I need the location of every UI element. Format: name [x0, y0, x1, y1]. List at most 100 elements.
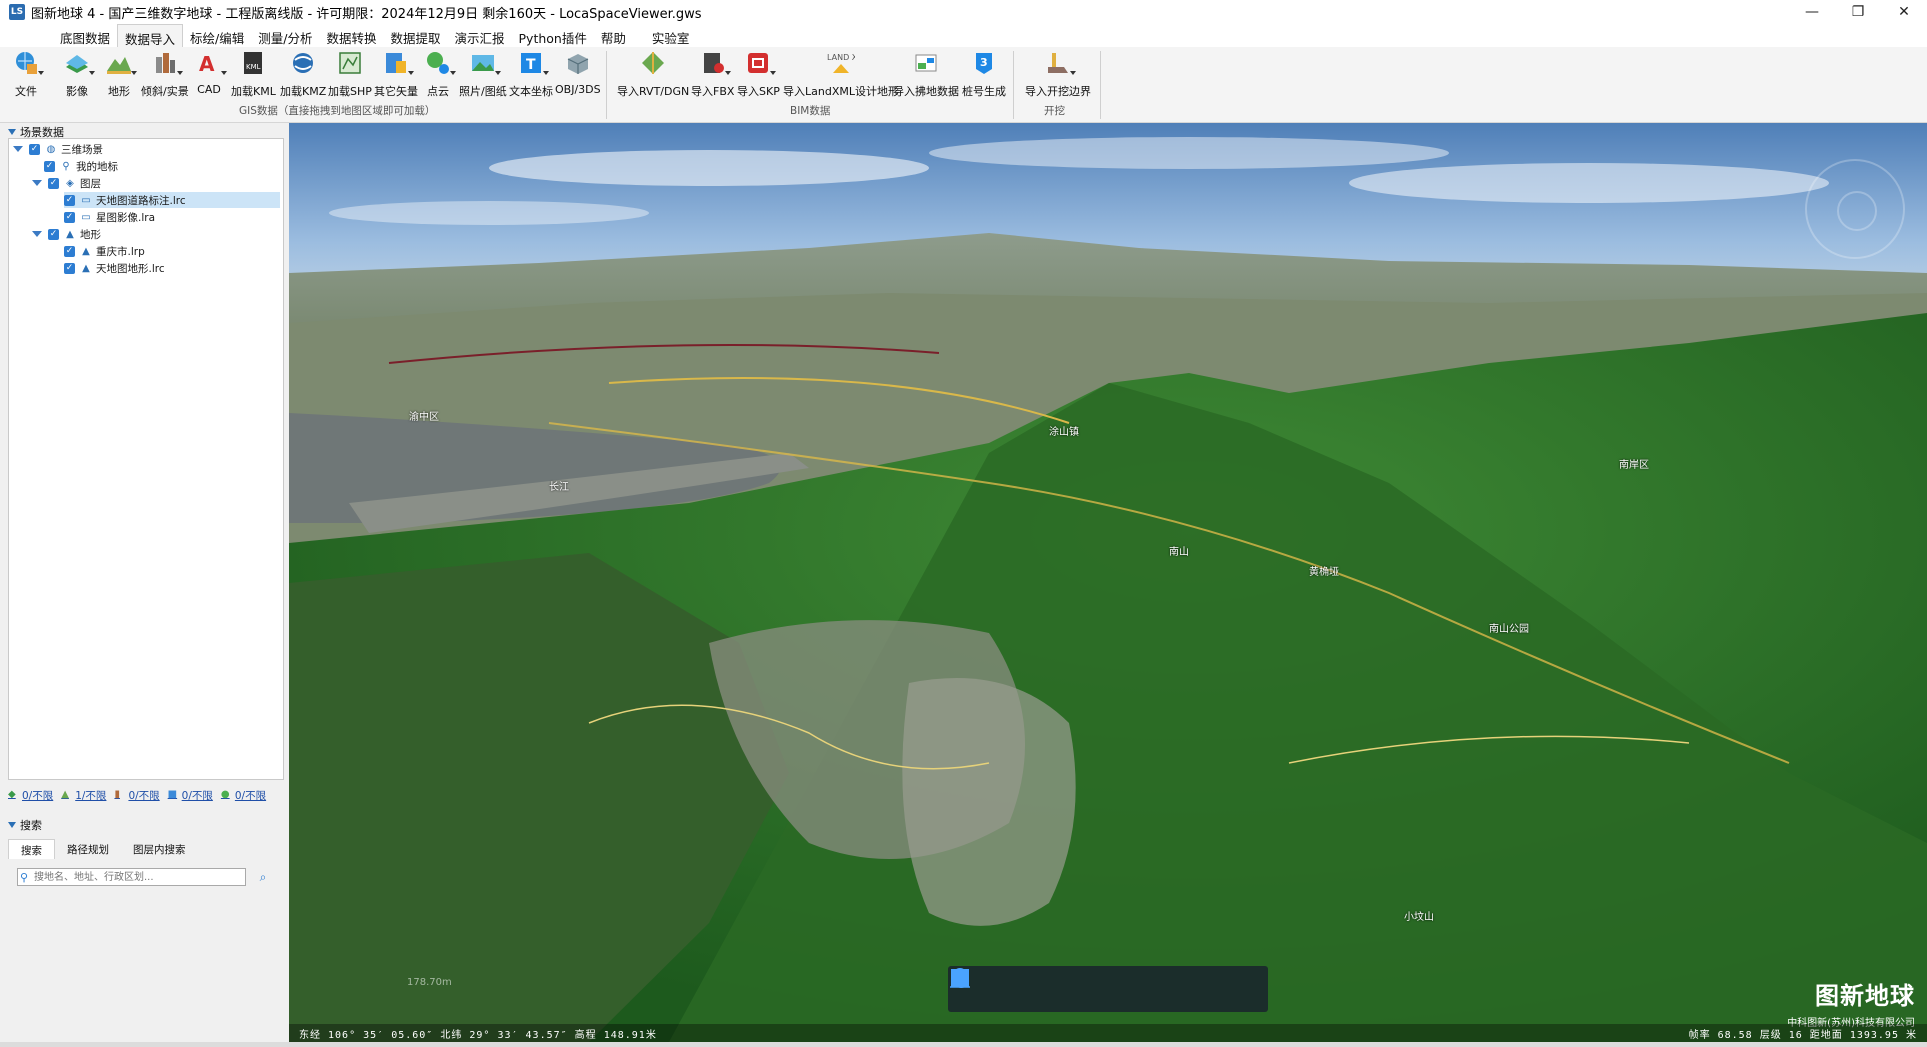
- import-excavation-boundary-button[interactable]: 导入开挖边界: [1025, 49, 1091, 99]
- load-kml-button[interactable]: KML 加载KML: [231, 49, 276, 99]
- stat-oblique[interactable]: ▮ 0/不限: [114, 787, 159, 803]
- tree-node-my-placemarks[interactable]: ✓ ⚲ 我的地标: [44, 158, 118, 174]
- import-landxml-button[interactable]: LAND XML 导入LandXML设计地形: [783, 49, 899, 99]
- file-button[interactable]: 文件: [12, 49, 44, 99]
- import-land-data-button[interactable]: 导入拂地数据: [893, 49, 959, 99]
- tree-node-chongqing-terrain[interactable]: ✓ ▲ 重庆市.lrp: [64, 243, 145, 259]
- import-skp-button[interactable]: 导入SKP: [737, 49, 780, 99]
- tab-layer-search[interactable]: 图层内搜索: [121, 839, 198, 859]
- search-input[interactable]: [17, 868, 246, 886]
- group-separator: [606, 51, 607, 119]
- checkbox[interactable]: ✓: [44, 160, 55, 172]
- load-shp-button[interactable]: 加载SHP: [328, 49, 372, 99]
- brand-watermark: 图新地球 中科图新(苏州)科技有限公司: [1787, 976, 1915, 1029]
- chart-icon[interactable]: [950, 970, 1246, 1004]
- other-vector-button[interactable]: 其它矢量: [374, 49, 418, 99]
- minimize-button[interactable]: —: [1789, 0, 1835, 24]
- placemark-icon[interactable]: [953, 968, 1098, 1004]
- select-arrow-icon[interactable]: [954, 969, 1049, 1004]
- rvt-icon: [639, 49, 667, 77]
- obj-3ds-button[interactable]: OBJ/3DS: [555, 49, 601, 96]
- import-rvt-dgn-button[interactable]: 导入RVT/DGN: [617, 49, 689, 99]
- render-stats: 帧率 68.58 层级 16 距地面 1393.95 米: [1688, 1029, 1917, 1041]
- pan-hand-icon[interactable]: [950, 968, 1000, 1004]
- line-draw-icon[interactable]: [950, 968, 1148, 1004]
- text-coord-icon: T: [517, 49, 549, 77]
- left-panel: 场景数据 ✓ ◍ 三维场景 ✓ ⚲ 我的地标 ✓ ◈ 图层 ✓ ▭ 天地图道路标…: [0, 123, 289, 1047]
- bim-group-label: BIM数据: [790, 105, 831, 117]
- tab-data-import[interactable]: 数据导入: [117, 24, 184, 47]
- tab-python-plugin[interactable]: Python插件: [512, 24, 594, 47]
- stake-generate-button[interactable]: 3 桩号生成: [962, 49, 1006, 99]
- photo-drawing-button[interactable]: 照片/图纸: [459, 49, 507, 99]
- terrain-button[interactable]: 地形: [105, 49, 137, 99]
- svg-text:3: 3: [980, 56, 988, 69]
- checkbox[interactable]: ✓: [64, 194, 75, 206]
- tab-data-extract[interactable]: 数据提取: [383, 24, 447, 47]
- monitor-icon: ▭: [81, 194, 91, 206]
- layers-icon: ◈: [66, 177, 74, 189]
- map-label: 小坟山: [1404, 912, 1434, 923]
- tab-search[interactable]: 搜索: [8, 839, 55, 859]
- app-logo-icon: LS: [9, 4, 25, 20]
- tree-node-terrain[interactable]: ✓ ▲ 地形: [32, 226, 101, 242]
- stat-vector[interactable]: ■ 0/不限: [168, 787, 213, 803]
- point-cloud-button[interactable]: 点云: [424, 49, 456, 99]
- svg-text:KML: KML: [246, 63, 261, 71]
- collapse-triangle-icon: [8, 129, 16, 135]
- search-button[interactable]: ⌕: [254, 867, 272, 887]
- tab-plot-edit[interactable]: 标绘/编辑: [183, 24, 251, 47]
- checkbox[interactable]: ✓: [64, 211, 75, 223]
- coordinate-status-line: 东经 106° 35′ 05.60″ 北纬 29° 33′ 43.57″ 高程 …: [289, 1024, 1927, 1042]
- tab-data-convert[interactable]: 数据转换: [319, 24, 383, 47]
- import-fbx-button[interactable]: 导入FBX: [691, 49, 734, 99]
- search-panel-header[interactable]: 搜索: [8, 817, 42, 833]
- map-3d-viewport[interactable]: 长江 渝中区 南山 涂山镇 黄桷垭 小坟山 南山公园 南岸区 178.70m 图…: [289, 123, 1927, 1042]
- tree-node-tianditu-terrain[interactable]: ✓ ▲ 天地图地形.lrc: [64, 260, 165, 276]
- stat-terrain[interactable]: ▲ 1/不限: [61, 787, 106, 803]
- tab-measure-analyze[interactable]: 测量/分析: [251, 24, 319, 47]
- tree-node-3d-scene[interactable]: ✓ ◍ 三维场景: [13, 141, 103, 157]
- expand-arrow-icon[interactable]: [13, 146, 23, 152]
- checkbox[interactable]: ✓: [48, 177, 59, 189]
- bottom-tool-bar: [948, 966, 1268, 1012]
- window-controls: — ❐ ✕: [1789, 0, 1927, 24]
- restore-button[interactable]: ❐: [1835, 0, 1881, 24]
- group-separator: [1013, 51, 1014, 119]
- checkbox[interactable]: ✓: [29, 143, 40, 155]
- checkbox[interactable]: ✓: [64, 245, 75, 257]
- tab-help[interactable]: 帮助: [594, 24, 633, 47]
- tab-presentation[interactable]: 演示汇报: [448, 24, 512, 47]
- navigation-compass[interactable]: [1805, 159, 1905, 259]
- checkbox[interactable]: ✓: [48, 228, 59, 240]
- checkbox[interactable]: ✓: [64, 262, 75, 274]
- imagery-icon: ◆: [8, 789, 16, 800]
- terrain-scene: [289, 123, 1927, 1042]
- polygon-draw-icon[interactable]: [951, 969, 1197, 1004]
- stat-pointcloud[interactable]: ● 0/不限: [221, 787, 266, 803]
- imagery-button[interactable]: 影像: [63, 49, 95, 99]
- title-bar: LS 图新地球 4 - 国产三维数字地球 - 工程版离线版 - 许可期限：202…: [0, 0, 1927, 24]
- tree-node-layers[interactable]: ✓ ◈ 图层: [32, 175, 101, 191]
- tab-basemap[interactable]: 底图数据: [53, 24, 117, 47]
- expand-arrow-icon[interactable]: [32, 180, 42, 186]
- close-button[interactable]: ✕: [1881, 0, 1927, 24]
- tab-lab[interactable]: 实验室: [645, 24, 697, 47]
- svg-text:T: T: [526, 57, 536, 73]
- scale-bar-label: 178.70m: [407, 977, 452, 988]
- cad-button[interactable]: A CAD: [195, 49, 227, 96]
- stat-imagery[interactable]: ◆ 0/不限: [8, 787, 53, 803]
- map-label: 涂山镇: [1049, 427, 1079, 438]
- expand-arrow-icon[interactable]: [32, 231, 42, 237]
- load-kmz-button[interactable]: 加载KMZ: [280, 49, 326, 99]
- tree-node-satellite-imagery[interactable]: ✓ ▭ 星图影像.lra: [64, 209, 155, 225]
- oblique-button[interactable]: 倾斜/实景: [141, 49, 189, 99]
- landxml-icon: LAND XML: [827, 49, 869, 77]
- fbx-icon: [699, 49, 731, 77]
- text-coord-button[interactable]: T 文本坐标: [509, 49, 553, 99]
- tree-node-road-label-layer[interactable]: ✓ ▭ 天地图道路标注.lrc: [64, 192, 280, 208]
- search-tabs: 搜索 路径规划 图层内搜索: [8, 839, 198, 859]
- placemark-icon: ⚲: [62, 160, 70, 172]
- terrain-icon: [105, 49, 137, 77]
- tab-route-planning[interactable]: 路径规划: [55, 839, 121, 859]
